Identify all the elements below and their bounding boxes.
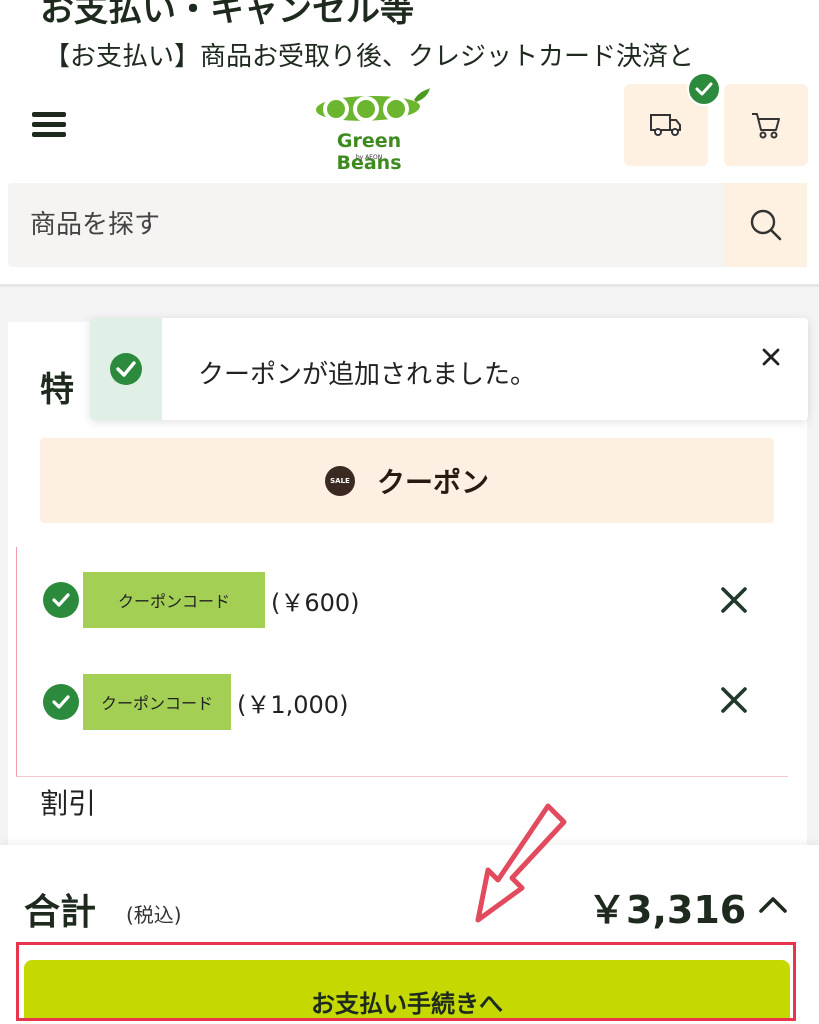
coupon-amount: (￥1,000) (237, 690, 349, 719)
applied-coupon-list: クーポンコード (￥600) クーポンコード (￥1,000) (16, 547, 788, 777)
logo-subtext: by AEON (355, 154, 383, 161)
coupon-item: クーポンコード (￥600) (43, 572, 360, 628)
coupon-code-chip: クーポンコード (83, 674, 231, 730)
search-bar (8, 183, 807, 267)
sale-icon: SALE (324, 465, 355, 496)
toast-message: クーポンが追加されました。 (198, 360, 537, 390)
cart-icon (752, 113, 780, 139)
menu-icon[interactable] (32, 112, 66, 138)
coupon-toggle-label: クーポン (376, 465, 489, 499)
chevron-up-icon (759, 897, 787, 913)
site-header: Green Beans by AEON (0, 68, 819, 278)
delivery-check-badge (687, 72, 721, 106)
close-icon (762, 348, 780, 366)
check-icon (695, 82, 713, 96)
coupon-toggle-button[interactable]: SALE クーポン (40, 438, 774, 523)
proceed-to-payment-button[interactable]: お支払い手続きへ (24, 960, 790, 1018)
toast-notification: クーポンが追加されました。 (90, 318, 808, 420)
search-icon (750, 209, 781, 241)
coupon-code-chip: クーポンコード (83, 572, 265, 628)
green-beans-logo[interactable]: Green Beans by AEON (306, 86, 432, 174)
order-summary-footer: 合計 (税込) ￥3,316 お支払い手続きへ (0, 845, 819, 1024)
check-circle-icon (43, 582, 79, 618)
coupon-item: クーポンコード (￥1,000) (43, 674, 348, 730)
coupon-amount: (￥600) (271, 588, 360, 617)
remove-coupon-button[interactable] (717, 583, 751, 617)
expand-summary-button[interactable] (756, 889, 790, 919)
toast-close-button[interactable] (756, 342, 786, 372)
section-title: 特 (40, 370, 74, 410)
tax-note: (税込) (126, 903, 182, 927)
close-icon (721, 587, 747, 613)
logo-text: Green Beans (336, 130, 402, 174)
check-circle-icon (110, 353, 142, 385)
annotation-arrow-icon (475, 803, 567, 923)
total-label: 合計 (24, 892, 97, 933)
peas-logo-icon (316, 88, 430, 122)
toast-icon-area (90, 318, 162, 420)
search-input[interactable] (8, 183, 724, 267)
background-heading: お支払い・キャンセル等 (40, 0, 414, 30)
close-icon (721, 687, 747, 713)
check-circle-icon (43, 684, 79, 720)
remove-coupon-button[interactable] (717, 683, 751, 717)
truck-icon (650, 114, 681, 136)
search-button[interactable] (724, 183, 807, 267)
total-amount: ￥3,316 (588, 888, 747, 932)
discount-label: 割引 (40, 787, 97, 820)
cart-button[interactable] (724, 84, 808, 166)
